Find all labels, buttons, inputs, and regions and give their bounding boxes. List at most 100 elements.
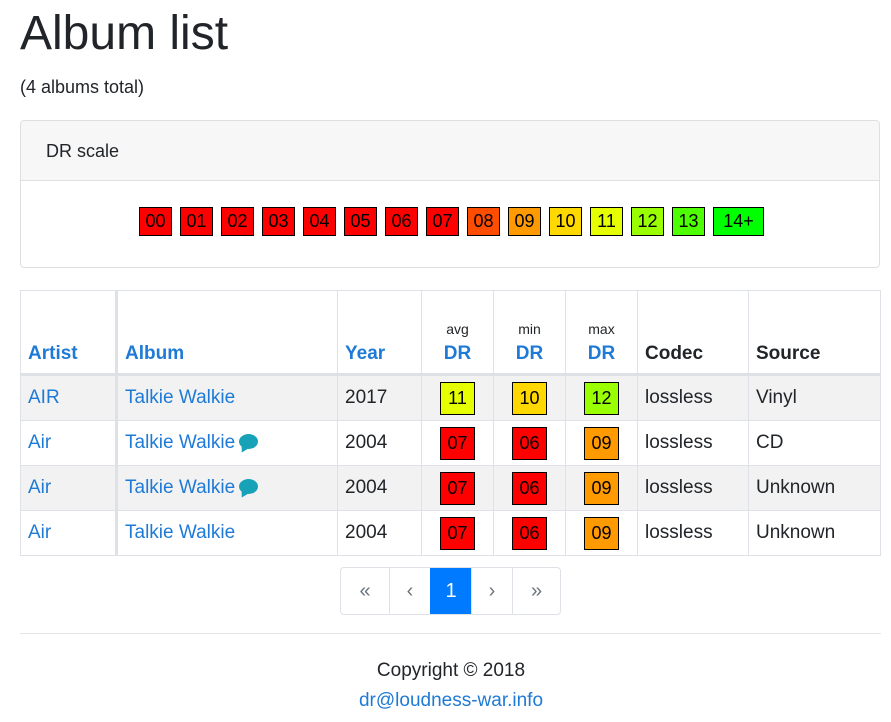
dr-scale-item: 00 [139,207,172,236]
avg-dr-badge: 07 [440,516,475,550]
page: Album list (4 albums total) DR scale 00 0… [0,0,891,722]
source-cell: Vinyl [748,374,881,421]
dr-scale-item: 14+ [713,207,764,236]
album-link[interactable]: Talkie Walkie [125,522,235,543]
column-source: Source [748,290,881,375]
avg-dr-badge: 07 [440,471,475,505]
max-dr-badge: 12 [584,381,619,415]
min-dr-badge: 06 [512,426,547,460]
dr-scale-item: 13 [672,207,705,236]
artist-link[interactable]: AIR [28,387,60,408]
artist-cell: Air [20,465,118,511]
avg-dr-cell: 11 [421,374,494,421]
min-dr-cell: 06 [493,510,566,556]
year-cell: 2004 [337,420,422,466]
sort-min-dr-link[interactable]: DR [516,343,543,364]
dr-scale-item: 12 [631,207,664,236]
sort-artist-link[interactable]: Artist [28,343,78,364]
album-link[interactable]: Talkie Walkie [125,477,235,498]
codec-cell: lossless [637,465,749,511]
email-link[interactable]: dr@loudness-war.info [359,690,543,711]
prev-page-button[interactable]: ‹ [389,568,430,614]
page-1-button[interactable]: 1 [430,568,471,614]
table-row: Air Talkie Walkie 2004 07 06 09 lossless Unknow… [20,510,881,556]
column-avg-dr[interactable]: avg DR [421,290,494,375]
source-cell: Unknown [748,510,881,556]
dr-scale-item: 01 [180,207,213,236]
sort-year-link[interactable]: Year [345,343,385,364]
max-dr-badge: 09 [584,426,619,460]
first-page-button[interactable]: « [341,568,389,614]
table-row: AIR Talkie Walkie 2017 11 10 12 lossless Vinyl [20,374,881,421]
last-page-button[interactable]: » [512,568,560,614]
column-album[interactable]: Album [116,290,338,375]
max-dr-badge: 09 [584,516,619,550]
dr-scale-item: 07 [426,207,459,236]
max-dr-cell: 09 [565,420,638,466]
dr-scale-legend: 00 01 02 03 04 05 06 07 08 09 10 11 12 13 14+ [139,207,764,236]
album-table: Artist Album Year avg DR min DR max DR C… [20,290,881,556]
column-artist[interactable]: Artist [20,290,118,375]
sort-avg-dr-link[interactable]: DR [444,343,471,364]
avg-dr-badge: 11 [440,381,475,415]
artist-link[interactable]: Air [28,432,51,453]
column-year[interactable]: Year [337,290,422,375]
sort-max-dr-link[interactable]: DR [588,343,615,364]
avg-label: avg [446,321,469,337]
artist-cell: Air [20,510,118,556]
footer-divider [20,633,881,634]
table-header-row: Artist Album Year avg DR min DR max DR C… [20,290,881,375]
avg-dr-badge: 07 [440,426,475,460]
dr-scale-item: 02 [221,207,254,236]
dr-scale-item: 11 [590,207,623,236]
min-dr-cell: 06 [493,420,566,466]
dr-scale-item: 06 [385,207,418,236]
dr-scale-item: 10 [549,207,582,236]
page-title: Album list [20,7,229,60]
album-link[interactable]: Talkie Walkie [125,432,235,453]
dr-scale-item: 08 [467,207,500,236]
max-label: max [588,321,615,337]
codec-cell: lossless [637,510,749,556]
dr-scale-item: 03 [262,207,295,236]
min-dr-badge: 06 [512,471,547,505]
column-min-dr[interactable]: min DR [493,290,566,375]
artist-cell: AIR [20,374,118,421]
dr-scale-header: DR scale [21,121,879,181]
min-dr-cell: 06 [493,465,566,511]
email-link-wrap: dr@loudness-war.info [0,690,891,712]
min-dr-badge: 10 [512,381,547,415]
album-count: (4 albums total) [20,77,145,97]
table-row: Air Talkie Walkie 2004 07 06 09 lossless Unknow… [20,465,881,511]
artist-cell: Air [20,420,118,466]
source-cell: Unknown [748,465,881,511]
column-max-dr[interactable]: max DR [565,290,638,375]
artist-link[interactable]: Air [28,522,51,543]
album-cell: Talkie Walkie [116,465,338,511]
dr-scale-item: 09 [508,207,541,236]
table-row: Air Talkie Walkie 2004 07 06 09 lossless CD [20,420,881,466]
min-label: min [518,321,541,337]
codec-cell: lossless [637,374,749,421]
comment-icon[interactable] [239,479,259,495]
avg-dr-cell: 07 [421,510,494,556]
sort-album-link[interactable]: Album [125,343,184,364]
album-link[interactable]: Talkie Walkie [125,387,235,408]
column-codec: Codec [637,290,749,375]
max-dr-cell: 09 [565,510,638,556]
year-cell: 2017 [337,374,422,421]
max-dr-cell: 12 [565,374,638,421]
max-dr-cell: 09 [565,465,638,511]
comment-icon[interactable] [239,434,259,450]
next-page-button[interactable]: › [471,568,512,614]
artist-link[interactable]: Air [28,477,51,498]
dr-scale-card: DR scale 00 01 02 03 04 05 06 07 08 09 10 11 12 13 14+ [20,120,880,268]
avg-dr-cell: 07 [421,465,494,511]
source-cell: CD [748,420,881,466]
pagination: « ‹ 1 › » [340,567,561,615]
copyright-text: Copyright © 2018 [376,660,526,681]
codec-cell: lossless [637,420,749,466]
dr-scale-item: 05 [344,207,377,236]
album-cell: Talkie Walkie [116,510,338,556]
avg-dr-cell: 07 [421,420,494,466]
